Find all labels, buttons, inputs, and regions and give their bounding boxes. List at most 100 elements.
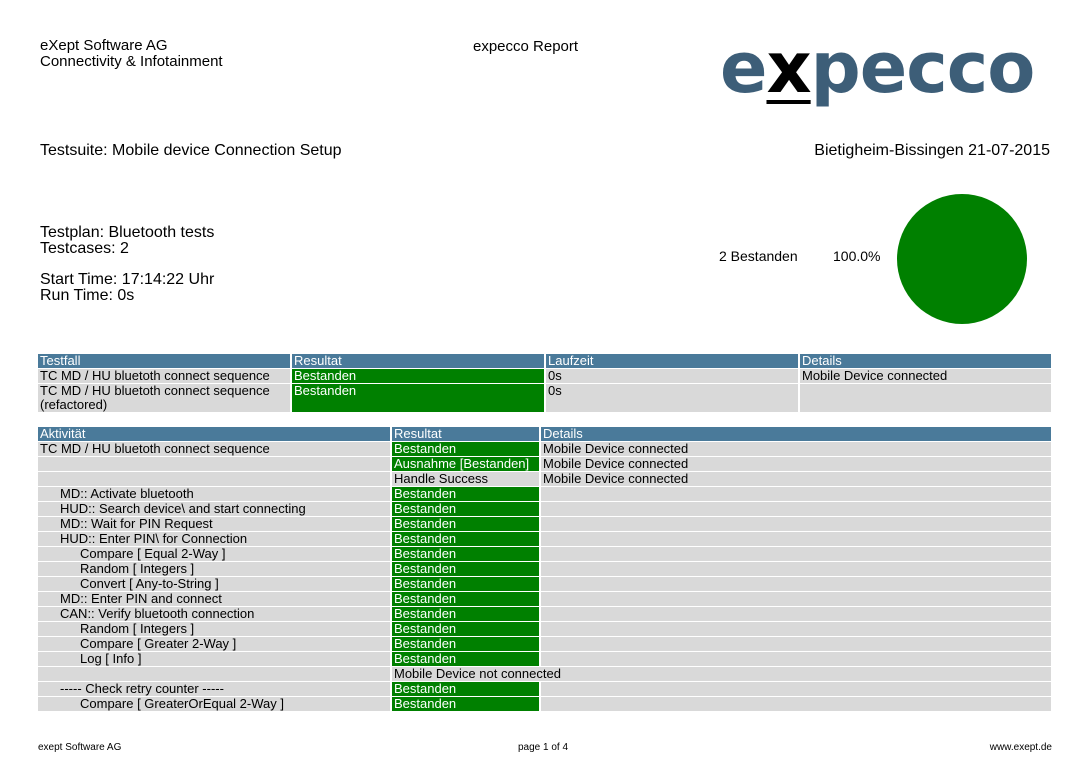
run-time: Run Time: 0s [40,287,135,304]
result-pie-chart [897,194,1027,324]
testcase-header-3: Details [800,354,1051,368]
activity-name: Convert [ Any-to-String ] [38,577,390,591]
activity-result: Bestanden [392,547,539,561]
testcase-name-line2: (refactored) [40,397,108,412]
company-line1: eXept Software AG [40,37,168,54]
activity-details [541,562,1051,576]
testcases-label: Testcases: 2 [40,240,129,257]
footer-company: exept Software AG [38,742,122,753]
report-title: expecco Report [473,38,579,55]
company-name: eXept Software AG Connectivity & Infotai… [40,38,223,70]
activity-details [541,487,1051,501]
table-row: MD:: Activate bluetooth Bestanden [38,487,1051,501]
activity-result: Mobile Device not connected [392,667,1051,681]
activity-result: Bestanden [392,652,539,666]
testcase-name: TC MD / HU bluetoth connect sequence [38,369,290,383]
table-row: CAN:: Verify bluetooth connection Bestand… [38,607,1051,621]
activity-details: Mobile Device connected [541,442,1051,456]
table-row: Log [ Info ] Bestanden [38,652,1051,666]
activity-details [541,652,1051,666]
table-row: Compare [ GreaterOrEqual 2-Way ] Bestande… [38,697,1051,711]
activity-name: Compare [ Greater 2-Way ] [38,637,390,651]
activity-name: Compare [ GreaterOrEqual 2-Way ] [38,697,390,711]
activity-details [541,592,1051,606]
activity-details [541,697,1051,711]
table-row: Compare [ Equal 2-Way ] Bestanden [38,547,1051,561]
activity-result: Bestanden [392,532,539,546]
company-line2: Connectivity & Infotainment [40,53,223,70]
testcase-name-line1: TC MD / HU bluetoth connect sequence [40,383,270,398]
activity-name: CAN:: Verify bluetooth connection [38,607,390,621]
activity-result: Handle Success [392,472,539,486]
activity-name: Compare [ Equal 2-Way ] [38,547,390,561]
table-row: MD:: Wait for PIN Request Bestanden [38,517,1051,531]
activity-details [541,637,1051,651]
activity-table: Aktivität Resultat Details TC MD / HU blue… [36,426,1053,712]
activity-result: Bestanden [392,637,539,651]
activity-details [541,607,1051,621]
activity-details [541,517,1051,531]
pie-slice-passed [897,194,1027,324]
activity-name: HUD:: Search device\ and start connectin… [38,502,390,516]
table-row: Random [ Integers ] Bestanden [38,622,1051,636]
testcase-name: TC MD / HU bluetoth connect sequence (re… [38,384,290,412]
passed-percent: 100.0% [833,248,881,264]
activity-result: Bestanden [392,562,539,576]
activity-name: ----- Check retry counter ----- [38,682,390,696]
testcase-details [800,384,1051,412]
activity-result: Ausnahme [Bestanden] [392,457,539,471]
activity-name [38,472,390,486]
passed-count: 2 Bestanden [719,248,798,264]
activity-details [541,532,1051,546]
logo-post: pecco [810,27,1036,109]
testsuite-title: Testsuite: Mobile device Connection Setu… [40,142,342,159]
activity-name: Log [ Info ] [38,652,390,666]
testplan-info: Testplan: Bluetooth tests Testcases: 2 [40,225,214,257]
activity-name: HUD:: Enter PIN\ for Connection [38,532,390,546]
activity-result: Bestanden [392,577,539,591]
testcase-result: Bestanden [292,369,544,383]
activity-result: Bestanden [392,622,539,636]
activity-header-1: Resultat [392,427,539,441]
table-row: Ausnahme [Bestanden] Mobile Device connec… [38,457,1051,471]
table-row: HUD:: Search device\ and start connectin… [38,502,1051,516]
start-time: Start Time: 17:14:22 Uhr [40,271,215,288]
expecco-logo: expecco [720,27,1036,109]
table-row: Random [ Integers ] Bestanden [38,562,1051,576]
activity-result: Bestanden [392,592,539,606]
activity-name [38,457,390,471]
logo-pre: e [720,27,767,109]
activity-details [541,622,1051,636]
testcase-table-header: Testfall Resultat Laufzeit Details [38,354,1051,368]
activity-name: TC MD / HU bluetoth connect sequence [38,442,390,456]
activity-result: Bestanden [392,502,539,516]
logo-x: x [766,27,811,109]
testcase-result: Bestanden [292,384,544,412]
testcase-header-2: Laufzeit [546,354,798,368]
testplan-label: Testplan: Bluetooth tests [40,224,215,241]
activity-result: Bestanden [392,442,539,456]
testcase-table: Testfall Resultat Laufzeit Details TC MD / … [36,353,1053,413]
table-row: MD:: Enter PIN and connect Bestanden [38,592,1051,606]
activity-name: Random [ Integers ] [38,622,390,636]
activity-header-0: Aktivität [38,427,390,441]
activity-details [541,577,1051,591]
activity-details [541,502,1051,516]
testcase-time: 0s [546,384,798,412]
activity-result: Bestanden [392,697,539,711]
table-row: TC MD / HU bluetoth connect sequence Bes… [38,369,1051,383]
activity-details [541,547,1051,561]
table-row: ----- Check retry counter ----- Bestanden [38,682,1051,696]
activity-details [541,682,1051,696]
testcase-time: 0s [546,369,798,383]
activity-result: Bestanden [392,517,539,531]
table-row: Handle Success Mobile Device connected [38,472,1051,486]
location-date: Bietigheim-Bissingen 21-07-2015 [814,142,1050,159]
activity-name: MD:: Enter PIN and connect [38,592,390,606]
activity-name: Random [ Integers ] [38,562,390,576]
table-row: Mobile Device not connected [38,667,1051,681]
activity-details: Mobile Device connected [541,457,1051,471]
activity-table-header: Aktivität Resultat Details [38,427,1051,441]
activity-result: Bestanden [392,607,539,621]
testcase-header-1: Resultat [292,354,544,368]
